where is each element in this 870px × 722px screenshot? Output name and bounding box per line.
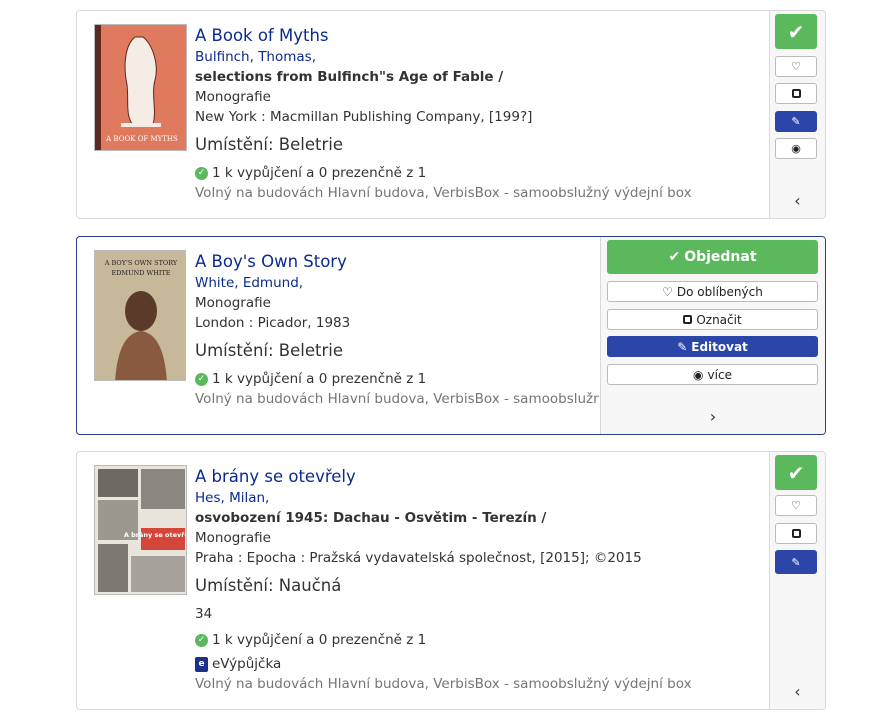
favorite-button[interactable]: ♡ <box>775 495 817 516</box>
edit-button[interactable]: ✎ <box>775 111 817 132</box>
book-cover-image[interactable]: A brány se otevřely... <box>94 465 187 595</box>
mark-button[interactable] <box>775 83 817 104</box>
record-info: A Boy's Own Story White, Edmund, Monogra… <box>195 251 599 409</box>
order-button[interactable]: ✔ Objednat <box>607 240 818 274</box>
order-label: Objednat <box>684 249 757 265</box>
action-panel-expanded: ✔ Objednat ♡ Do oblíbených Označit ✎ Edi… <box>600 237 825 434</box>
eye-icon: ◉ <box>791 142 801 155</box>
svg-text:A BOOK OF MYTHS: A BOOK OF MYTHS <box>105 135 178 143</box>
favorite-button[interactable]: ♡ Do oblíbených <box>607 281 818 302</box>
heart-icon: ♡ <box>791 499 801 512</box>
eye-icon: ◉ <box>693 367 704 382</box>
record-author[interactable]: Hes, Milan, <box>195 488 765 508</box>
square-icon <box>791 529 801 538</box>
mark-button[interactable] <box>775 523 817 544</box>
book-cover-image[interactable]: A BOY'S OWN STORY EDMUND WHITE <box>94 250 186 381</box>
edit-label: Editovat <box>691 339 748 354</box>
check-icon: ✔ <box>787 19 805 44</box>
record-card-2: A BOY'S OWN STORY EDMUND WHITE A Boy's O… <box>76 236 826 435</box>
record-publisher: London : Picador, 1983 <box>195 315 351 331</box>
record-title[interactable]: A Boy's Own Story <box>195 251 599 273</box>
record-publisher: New York : Macmillan Publishing Company,… <box>195 109 533 125</box>
record-location: Umístění: Beletrie <box>195 341 343 360</box>
more-button[interactable]: ◉ více <box>607 364 818 385</box>
cover-art: A BOOK OF MYTHS <box>95 25 186 150</box>
edit-icon: ✎ <box>677 339 688 354</box>
record-publisher: Praha : Epocha : Pražská vydavatelská sp… <box>195 550 642 566</box>
record-card-3: A brány se otevřely... A brány se otevře… <box>76 451 826 710</box>
svg-text:EDMUND WHITE: EDMUND WHITE <box>111 269 170 277</box>
action-sidebar: ✔ ♡ ✎ ‹ <box>769 452 825 709</box>
ebook-icon: e <box>195 656 208 672</box>
cover-art: A BOY'S OWN STORY EDMUND WHITE <box>95 251 185 380</box>
record-type: Monografie <box>195 295 271 311</box>
ebook-link[interactable]: e eVýpůjčka <box>195 654 765 674</box>
available-check-icon: ✓ <box>195 166 208 180</box>
check-icon: ✔ <box>668 249 681 265</box>
record-info: A Book of Myths Bulfinch, Thomas, select… <box>195 25 765 203</box>
record-subtitle: selections from Bulfinch"s Age of Fable … <box>195 69 504 85</box>
order-button[interactable]: ✔ <box>775 14 817 49</box>
record-extra: 34 <box>195 606 213 622</box>
collapse-chevron-icon[interactable]: › <box>601 407 825 426</box>
square-icon <box>683 315 693 324</box>
edit-button[interactable]: ✎ <box>775 550 817 574</box>
edit-button[interactable]: ✎ Editovat <box>607 336 818 357</box>
record-free-at: Volný na budovách Hlavní budova, VerbisB… <box>195 391 599 407</box>
record-location: Umístění: Beletrie <box>195 135 343 154</box>
available-check-icon: ✓ <box>195 372 208 386</box>
available-check-icon: ✓ <box>195 633 208 647</box>
record-free-at: Volný na budovách Hlavní budova, VerbisB… <box>195 676 692 692</box>
record-author[interactable]: White, Edmund, <box>195 273 599 293</box>
svg-text:A brány se otevřely...: A brány se otevřely... <box>124 531 187 539</box>
record-info: A brány se otevřely Hes, Milan, osvoboze… <box>195 466 765 694</box>
record-card-1: A BOOK OF MYTHS A Book of Myths Bulfinch… <box>76 10 826 219</box>
heart-icon: ♡ <box>791 60 801 73</box>
edit-icon: ✎ <box>791 115 801 128</box>
more-label: více <box>707 367 732 382</box>
more-button[interactable]: ◉ <box>775 138 817 159</box>
availability-text: 1 k vypůjčení a 0 prezenčně z 1 <box>212 371 427 387</box>
availability-text: 1 k vypůjčení a 0 prezenčně z 1 <box>212 165 427 181</box>
favorite-label: Do oblíbených <box>676 284 763 299</box>
edit-icon: ✎ <box>791 555 801 569</box>
heart-icon: ♡ <box>662 284 673 299</box>
record-availability: ✓ 1 k vypůjčení a 0 prezenčně z 1 <box>195 369 599 389</box>
cover-art: A brány se otevřely... <box>95 466 187 594</box>
book-cover-image[interactable]: A BOOK OF MYTHS <box>94 24 187 151</box>
record-type: Monografie <box>195 530 271 546</box>
record-title[interactable]: A Book of Myths <box>195 25 765 47</box>
record-author[interactable]: Bulfinch, Thomas, <box>195 47 765 67</box>
record-subtitle: osvobození 1945: Dachau - Osvětim - Tere… <box>195 510 547 526</box>
favorite-button[interactable]: ♡ <box>775 56 817 77</box>
availability-text: 1 k vypůjčení a 0 prezenčně z 1 <box>212 632 427 648</box>
ebook-label: eVýpůjčka <box>212 656 282 672</box>
order-button[interactable]: ✔ <box>775 455 817 490</box>
svg-text:A BOY'S OWN STORY: A BOY'S OWN STORY <box>104 259 178 267</box>
record-availability: ✓ 1 k vypůjčení a 0 prezenčně z 1 <box>195 163 765 183</box>
record-availability: ✓ 1 k vypůjčení a 0 prezenčně z 1 <box>195 630 765 650</box>
mark-label: Označit <box>696 312 742 327</box>
record-location: Umístění: Naučná <box>195 576 342 595</box>
action-sidebar: ✔ ♡ ✎ ◉ ‹ <box>769 11 825 218</box>
square-icon <box>791 89 801 98</box>
expand-chevron-icon[interactable]: ‹ <box>770 191 825 210</box>
record-title[interactable]: A brány se otevřely <box>195 466 765 488</box>
mark-button[interactable]: Označit <box>607 309 818 330</box>
expand-chevron-icon[interactable]: ‹ <box>770 682 825 701</box>
record-free-at: Volný na budovách Hlavní budova, VerbisB… <box>195 185 692 201</box>
check-icon: ✔ <box>787 460 805 485</box>
record-type: Monografie <box>195 89 271 105</box>
